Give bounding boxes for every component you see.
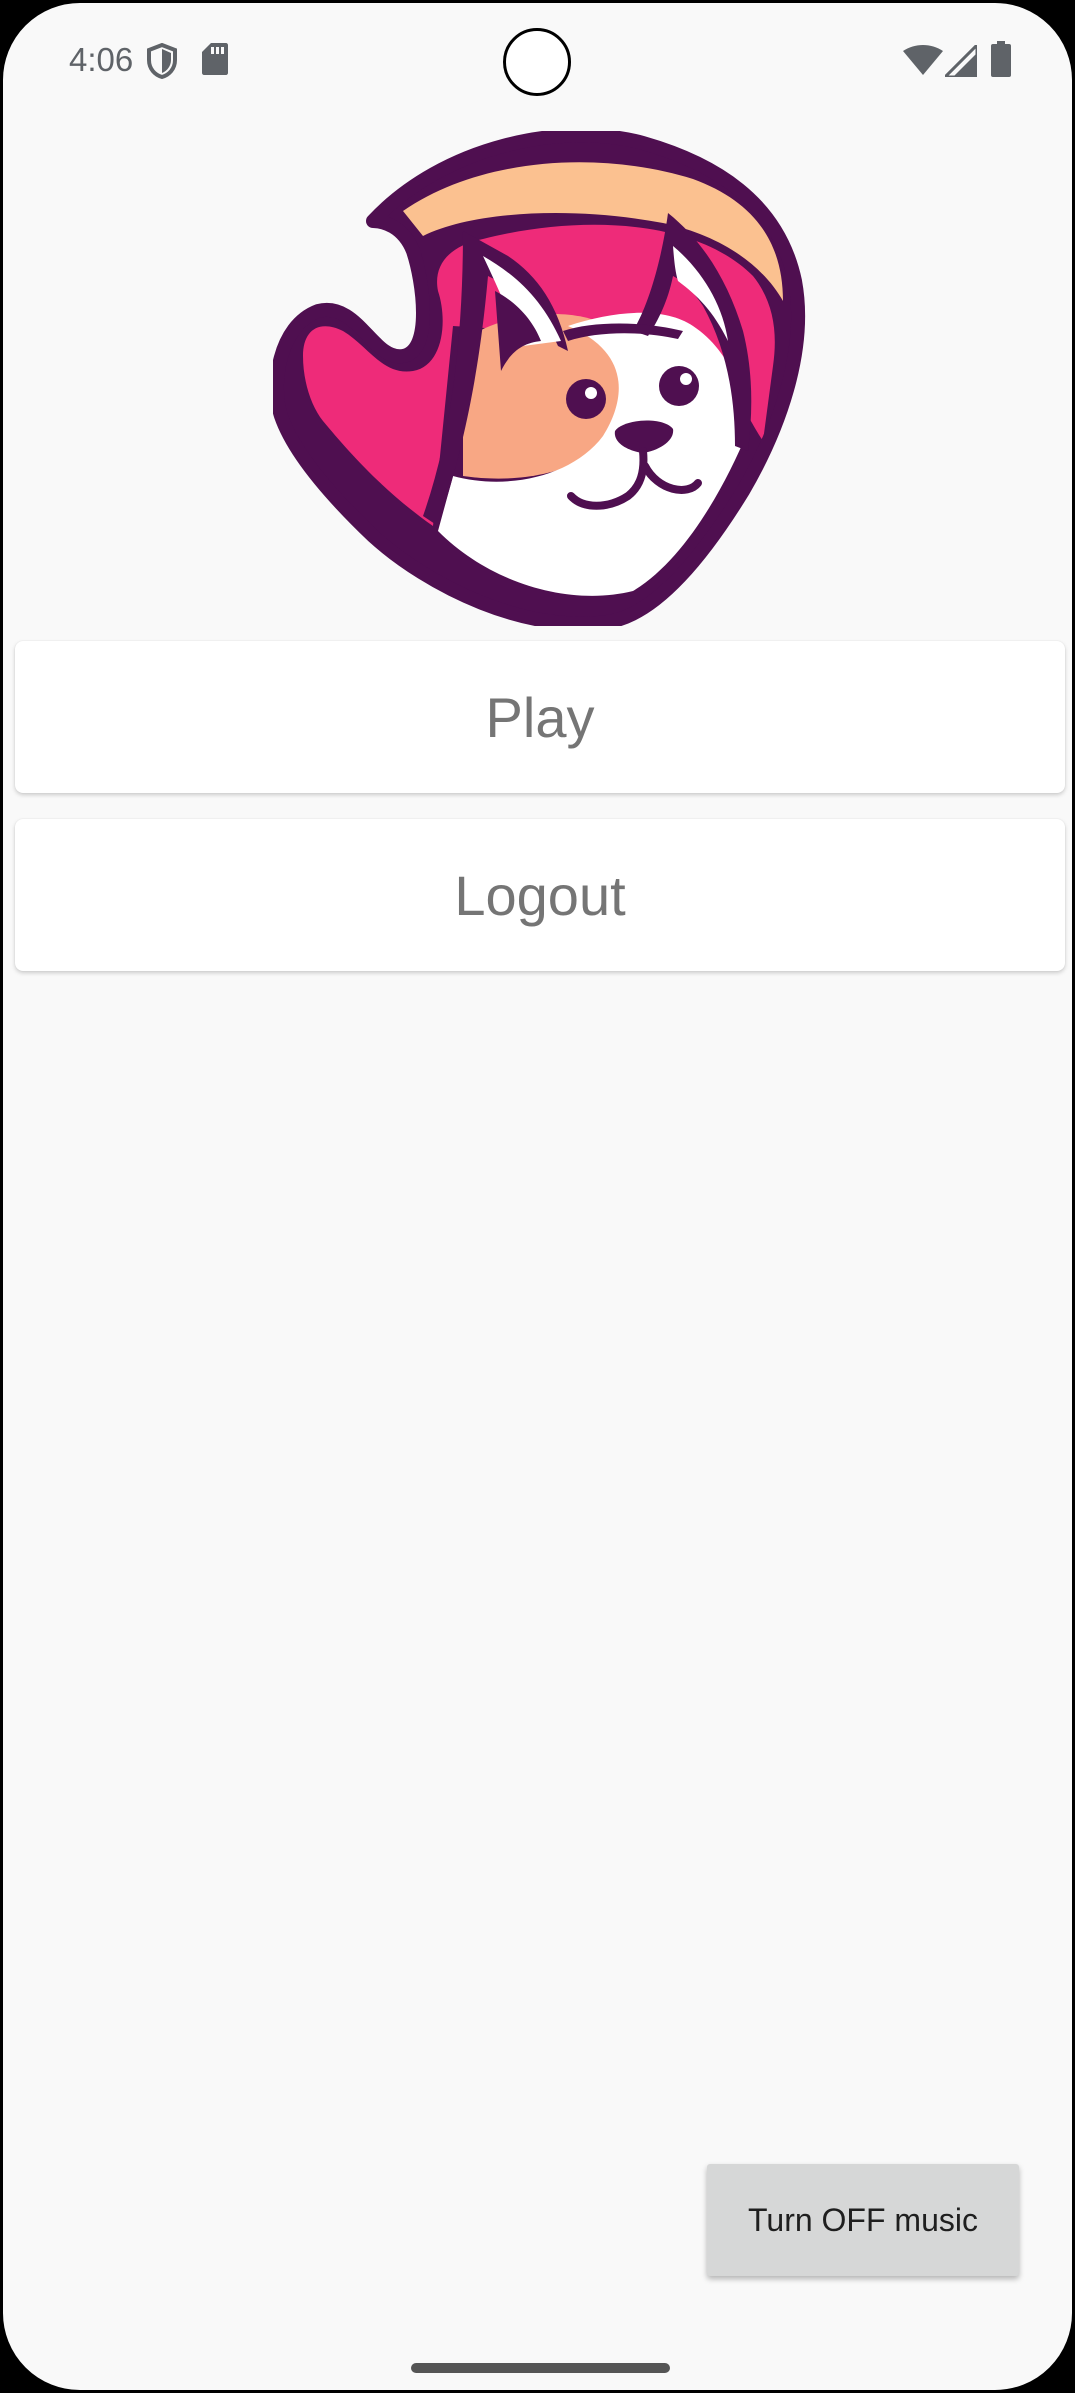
cat-mascot-logo [269,128,813,631]
play-button[interactable]: Play [15,641,1065,793]
sd-card-icon [202,43,228,80]
turn-off-music-button[interactable]: Turn OFF music [707,2164,1019,2276]
battery-icon [991,41,1011,82]
app-screen: 4:06 Play Logout Turn OFF music [0,0,1075,2393]
wifi-icon [903,45,943,80]
logout-button[interactable]: Logout [15,819,1065,971]
status-time: 4:06 [69,41,134,78]
shield-icon [146,42,178,84]
camera-cutout [503,28,571,96]
navigation-gesture-bar[interactable] [411,2363,670,2373]
signal-icon [941,41,979,82]
